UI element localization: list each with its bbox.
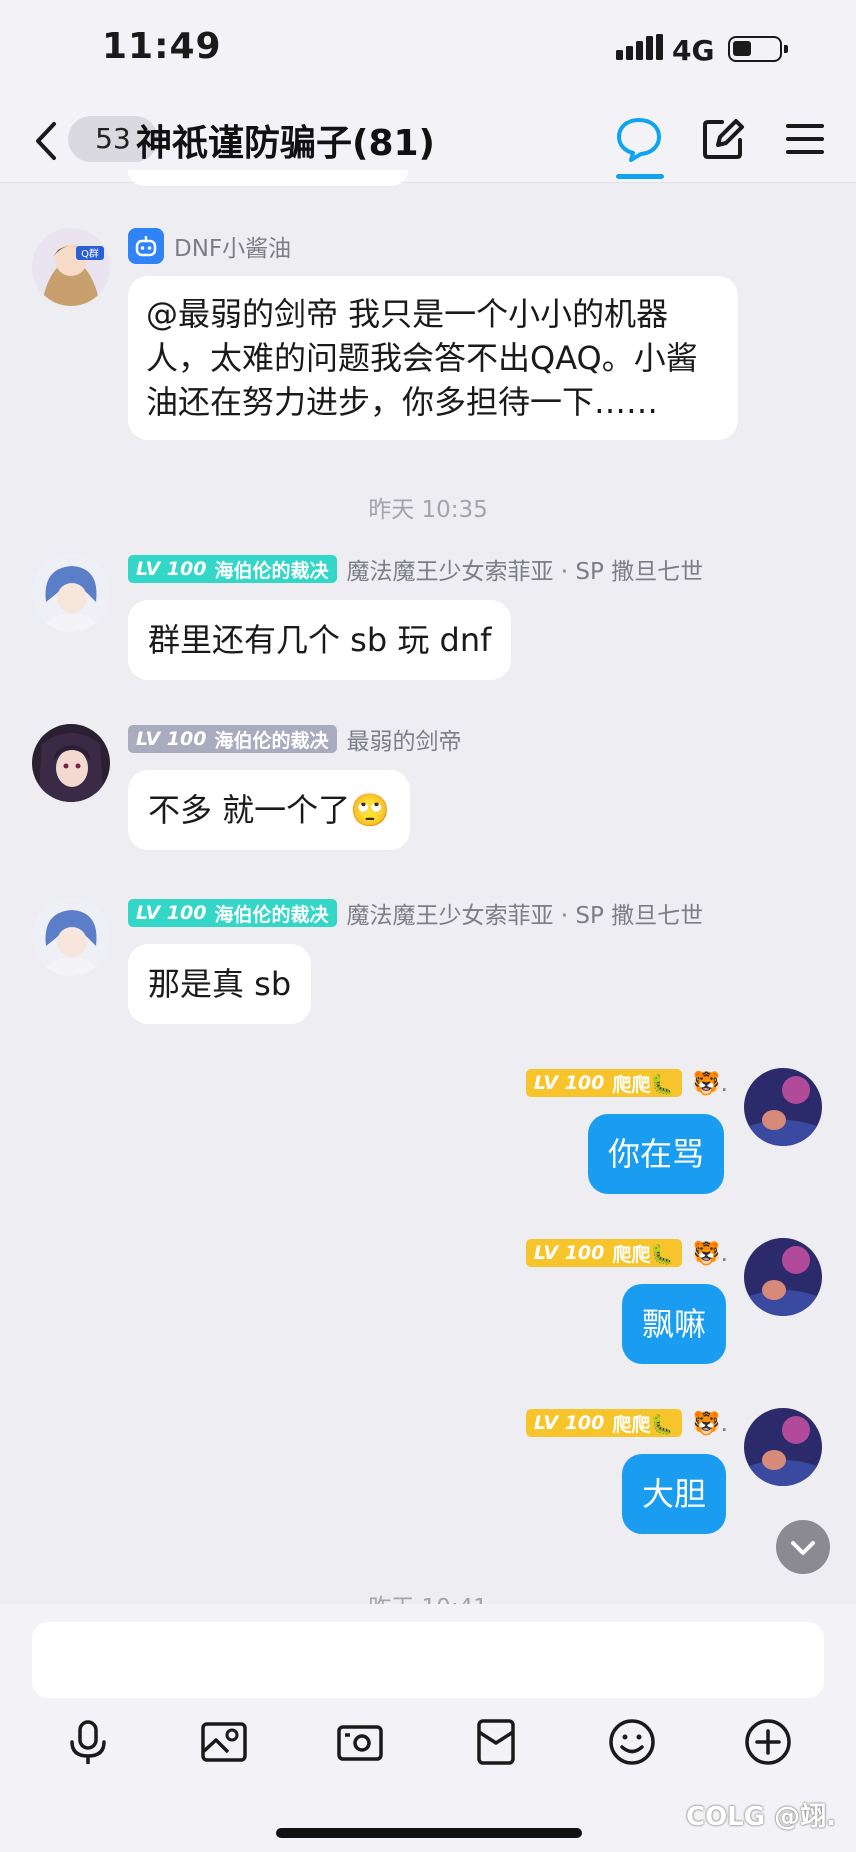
message-bubble[interactable]: 大胆 [622,1454,727,1534]
red-packet-icon[interactable] [470,1716,522,1768]
avatar[interactable] [32,724,110,802]
scroll-to-bottom-button[interactable] [776,1520,830,1574]
network-type: 4G [672,34,715,67]
sender-name[interactable]: 魔法魔王少女索菲亚 · SP 撒旦七世 [347,552,704,586]
menu-icon[interactable] [780,114,830,164]
level-badge: LV 100 海伯伦的裁决 [128,899,337,927]
message-meta: LV 100 爬爬🐛 🐯. [514,1238,728,1268]
camera-icon[interactable] [334,1716,386,1768]
sender-name[interactable]: 🐯. [692,1410,728,1437]
tab-chat[interactable] [614,114,664,179]
level-badge: LV 100 爬爬🐛 [525,1409,683,1437]
message-bubble[interactable]: 你在骂 [588,1114,725,1194]
sender-name[interactable]: 🐯. [692,1240,728,1267]
plus-icon[interactable] [742,1716,794,1768]
signal-icon [616,34,663,60]
status-time: 11:49 [102,26,222,67]
message-meta: LV 100 爬爬🐛 🐯. [514,1068,728,1098]
previous-bubble-edge [128,170,408,186]
avatar[interactable]: Q群 [32,228,110,306]
input-bar: COLG @翊. [0,1604,856,1852]
sender-name[interactable]: 魔法魔王少女索菲亚 · SP 撒旦七世 [347,896,704,930]
sender-name[interactable]: 🐯. [692,1070,728,1097]
robot-icon [128,228,164,264]
svg-text:Q群: Q群 [81,247,99,260]
microphone-icon[interactable] [62,1716,114,1768]
sender-name[interactable]: DNF小酱油 [174,229,291,263]
message-bubble[interactable]: @最弱的剑帝 我只是一个小小的机器人，太难的问题我会答不出QAQ。小酱油还在努力… [128,276,738,440]
image-icon[interactable] [198,1716,250,1768]
avatar[interactable] [32,554,110,632]
status-bar: 11:49 4G [0,0,856,100]
sender-name[interactable]: 最弱的剑帝 [347,722,462,756]
my-avatar[interactable] [744,1238,822,1316]
message-meta: LV 100 海伯伦的裁决 魔法魔王少女索菲亚 · SP 撒旦七世 [128,896,704,930]
message-bubble[interactable]: 飘嘛 [622,1284,727,1364]
message-meta: LV 100 海伯伦的裁决 最弱的剑帝 [128,722,462,756]
my-avatar[interactable] [744,1408,822,1486]
edit-icon[interactable] [698,114,748,164]
chat-bubble-icon [617,118,661,162]
message-bubble[interactable]: 不多 就一个了🙄 [128,770,411,850]
message-meta: LV 100 海伯伦的裁决 魔法魔王少女索菲亚 · SP 撒旦七世 [128,552,704,586]
battery-icon [728,36,788,62]
level-badge: LV 100 爬爬🐛 [525,1069,683,1097]
watermark: COLG @翊. [686,1802,837,1832]
chevron-down-icon [791,1541,815,1555]
level-badge: LV 100 海伯伦的裁决 [128,725,337,753]
avatar[interactable] [32,898,110,976]
message-input[interactable] [32,1622,824,1698]
message-bubble[interactable]: 那是真 sb [128,944,312,1024]
message-meta: LV 100 爬爬🐛 🐯. [514,1408,728,1438]
message-bubble[interactable]: 群里还有几个 sb 玩 dnf [128,600,512,680]
back-arrow-icon[interactable] [28,118,64,164]
level-badge: LV 100 海伯伦的裁决 [128,555,337,583]
level-badge: LV 100 爬爬🐛 [525,1239,683,1267]
group-title[interactable]: 神祇谨防骗子(81) [136,114,435,166]
emoji-icon[interactable] [606,1716,658,1768]
message-meta: DNF小酱油 [128,228,291,264]
timestamp: 昨天 10:35 [368,497,488,523]
my-avatar[interactable] [744,1068,822,1146]
home-indicator[interactable] [276,1828,582,1838]
